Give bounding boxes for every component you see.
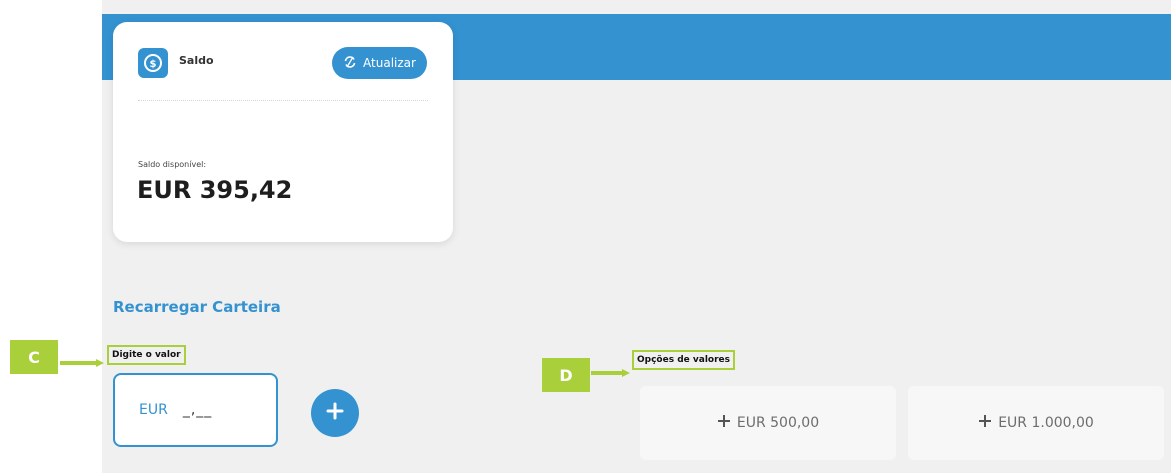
app-container: $ Saldo Atualizar Saldo disponível: EUR …	[102, 0, 1171, 473]
plus-icon	[717, 414, 731, 432]
options-label-highlight: Opções de valores	[632, 350, 735, 370]
svg-text:$: $	[150, 59, 157, 70]
dollar-coin-icon: $	[138, 48, 168, 78]
amount-input[interactable]: EUR _,__	[113, 373, 278, 447]
balance-card-title: Saldo	[179, 54, 214, 67]
section-title-recharge: Recarregar Carteira	[113, 298, 281, 316]
annotation-badge-c: C	[10, 340, 58, 374]
options-label: Opções de valores	[637, 355, 730, 365]
plus-icon	[978, 414, 992, 432]
amount-input-mask: _,__	[182, 402, 213, 418]
available-balance-value: EUR 395,42	[137, 176, 293, 204]
input-label-highlight: Digite o valor	[107, 345, 186, 365]
available-balance-label: Saldo disponível:	[138, 160, 207, 169]
preset-option-label: EUR 1.000,00	[998, 415, 1094, 431]
refresh-button[interactable]: Atualizar	[332, 47, 427, 79]
input-label: Digite o valor	[112, 350, 181, 360]
card-divider	[138, 100, 428, 101]
refresh-button-label: Atualizar	[363, 56, 416, 70]
annotation-badge-c-label: C	[28, 347, 40, 367]
annotation-arrow-d	[591, 369, 630, 377]
currency-prefix: EUR	[139, 402, 168, 418]
annotation-badge-d: D	[542, 358, 590, 392]
refresh-icon	[343, 55, 357, 72]
add-amount-button[interactable]	[311, 389, 359, 437]
preset-option-500[interactable]: EUR 500,00	[640, 386, 896, 460]
annotation-arrow-c	[60, 359, 104, 367]
annotation-badge-d-label: D	[559, 365, 573, 385]
preset-option-label: EUR 500,00	[736, 415, 820, 431]
balance-card: $ Saldo Atualizar Saldo disponível: EUR …	[113, 22, 453, 242]
plus-icon	[325, 401, 345, 425]
preset-option-1000[interactable]: EUR 1.000,00	[908, 386, 1164, 460]
